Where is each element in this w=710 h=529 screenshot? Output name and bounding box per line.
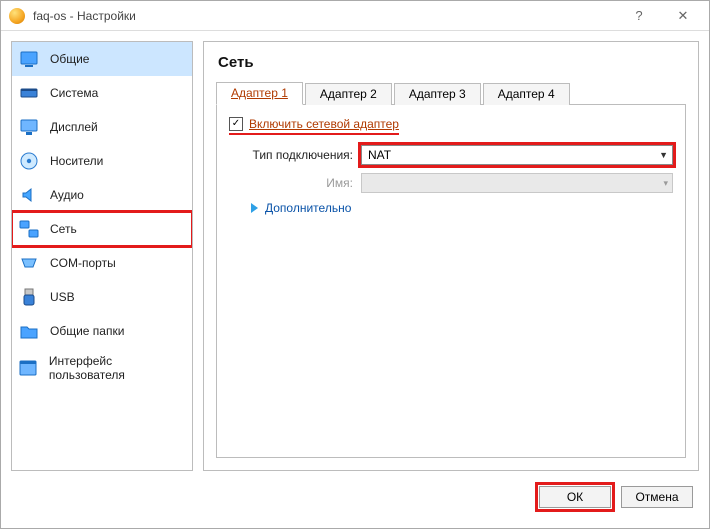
ok-button[interactable]: ОК bbox=[539, 486, 611, 508]
ok-button-label: ОК bbox=[567, 490, 583, 504]
sidebar-item-network[interactable]: Сеть bbox=[12, 212, 192, 246]
sidebar-item-label: Интерфейс пользователя bbox=[49, 354, 184, 382]
adapter-tabstrip: Адаптер 1 Адаптер 2 Адаптер 3 Адаптер 4 bbox=[216, 83, 686, 105]
name-row: Имя: ▾ bbox=[229, 173, 673, 193]
page-title: Сеть bbox=[218, 54, 686, 71]
attached-to-label: Тип подключения: bbox=[229, 148, 361, 162]
general-icon bbox=[18, 48, 40, 70]
close-button[interactable]: ✕ bbox=[661, 2, 705, 30]
name-select: ▾ bbox=[361, 173, 673, 193]
sidebar-item-shared-folders[interactable]: Общие папки bbox=[12, 314, 192, 348]
enable-adapter-row[interactable]: ✓ Включить сетевой адаптер bbox=[229, 117, 399, 135]
sidebar-item-serial[interactable]: COM-порты bbox=[12, 246, 192, 280]
tab-adapter-1[interactable]: Адаптер 1 bbox=[216, 82, 303, 105]
attached-to-value: NAT bbox=[368, 148, 659, 162]
shared-folder-icon bbox=[18, 320, 40, 342]
advanced-expander[interactable]: Дополнительно bbox=[251, 201, 673, 215]
enable-adapter-label[interactable]: Включить сетевой адаптер bbox=[249, 117, 399, 131]
sidebar-item-label: Общие папки bbox=[50, 324, 124, 338]
audio-icon bbox=[18, 184, 40, 206]
tab-adapter-4[interactable]: Адаптер 4 bbox=[483, 83, 570, 105]
attached-to-row: Тип подключения: NAT ▼ bbox=[229, 145, 673, 165]
content-panel: Сеть Адаптер 1 Адаптер 2 Адаптер 3 Адапт… bbox=[203, 41, 699, 471]
sidebar-item-label: Аудио bbox=[50, 188, 84, 202]
sidebar-item-label: Сеть bbox=[50, 222, 77, 236]
storage-icon bbox=[18, 150, 40, 172]
sidebar-item-label: COM-порты bbox=[50, 256, 116, 270]
settings-sidebar: Общие Система Дисплей Носители Аудио bbox=[11, 41, 193, 471]
sidebar-item-storage[interactable]: Носители bbox=[12, 144, 192, 178]
usb-icon bbox=[18, 286, 40, 308]
sidebar-item-system[interactable]: Система bbox=[12, 76, 192, 110]
ui-icon bbox=[18, 357, 39, 379]
advanced-label: Дополнительно bbox=[265, 201, 351, 215]
sidebar-item-label: Система bbox=[50, 86, 98, 100]
sidebar-item-general[interactable]: Общие bbox=[12, 42, 192, 76]
chevron-down-icon: ▼ bbox=[659, 150, 668, 160]
display-icon bbox=[18, 116, 40, 138]
name-label: Имя: bbox=[229, 176, 361, 190]
cancel-button-label: Отмена bbox=[635, 490, 678, 504]
sidebar-item-display[interactable]: Дисплей bbox=[12, 110, 192, 144]
window-title: faq-os - Настройки bbox=[33, 9, 617, 23]
network-icon bbox=[18, 218, 40, 240]
app-icon bbox=[9, 8, 25, 24]
help-button[interactable]: ? bbox=[617, 2, 661, 30]
attached-to-select[interactable]: NAT ▼ bbox=[361, 145, 673, 165]
tab-adapter-3[interactable]: Адаптер 3 bbox=[394, 83, 481, 105]
expand-icon bbox=[251, 203, 258, 213]
sidebar-item-label: Носители bbox=[50, 154, 103, 168]
sidebar-item-audio[interactable]: Аудио bbox=[12, 178, 192, 212]
chevron-down-icon: ▾ bbox=[663, 178, 668, 189]
system-icon bbox=[18, 82, 40, 104]
close-icon: ✕ bbox=[678, 8, 689, 24]
sidebar-item-ui[interactable]: Интерфейс пользователя bbox=[12, 348, 192, 388]
tab-adapter-2[interactable]: Адаптер 2 bbox=[305, 83, 392, 105]
enable-adapter-checkbox[interactable]: ✓ bbox=[229, 117, 243, 131]
sidebar-item-label: USB bbox=[50, 290, 75, 304]
adapter-tab-body: ✓ Включить сетевой адаптер Тип подключен… bbox=[216, 105, 686, 458]
titlebar: faq-os - Настройки ? ✕ bbox=[1, 1, 709, 31]
dialog-footer: ОК Отмена bbox=[1, 477, 709, 517]
cancel-button[interactable]: Отмена bbox=[621, 486, 693, 508]
sidebar-item-label: Общие bbox=[50, 52, 89, 66]
serial-icon bbox=[18, 252, 40, 274]
sidebar-item-usb[interactable]: USB bbox=[12, 280, 192, 314]
sidebar-item-label: Дисплей bbox=[50, 120, 98, 134]
help-icon: ? bbox=[635, 8, 642, 23]
